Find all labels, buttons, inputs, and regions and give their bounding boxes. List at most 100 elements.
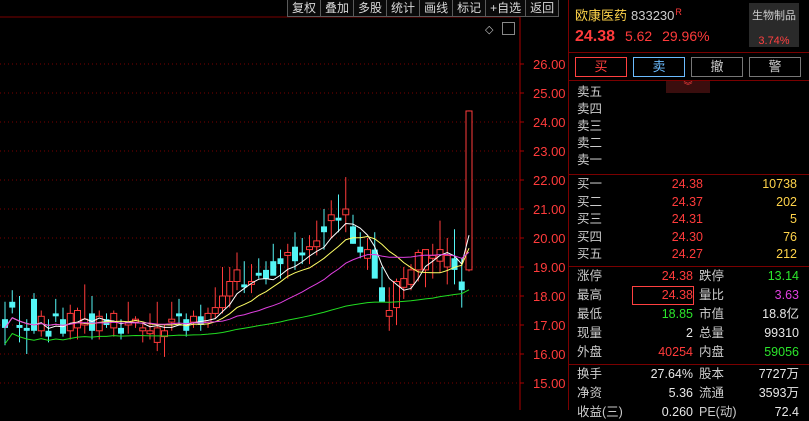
- candle-body: [146, 330, 154, 335]
- candle-body: [176, 313, 182, 317]
- stat-value: 99310: [764, 326, 799, 340]
- candle-body: [379, 287, 385, 302]
- ask-label: 卖五: [577, 85, 603, 99]
- cancel-order-button[interactable]: 撤: [691, 57, 743, 77]
- kline-chart[interactable]: 26.00 25.00 24.00 23.00 22.00 21.00 20.00 19.00…: [0, 0, 568, 410]
- divider: [569, 80, 809, 81]
- stat-label: 内盘: [699, 345, 725, 359]
- toolbar-overlay-button[interactable]: 叠加: [320, 0, 355, 17]
- stat-label: 量比: [699, 288, 725, 302]
- y-tick-label: 16.00: [533, 347, 566, 362]
- price-change: 5.62: [624, 28, 653, 44]
- ask-label: 卖一: [577, 153, 603, 167]
- bid-row[interactable]: 买二 24.37 202: [569, 194, 805, 211]
- stat-value: 13.14: [767, 269, 799, 283]
- diamond-icon[interactable]: ◇: [485, 23, 493, 36]
- ask-label: 卖二: [577, 136, 603, 150]
- ask-label: 卖四: [577, 102, 603, 116]
- sector-badge[interactable]: 生物制品 3.74%: [749, 3, 799, 47]
- candle-body: [263, 269, 269, 279]
- y-tick-label: 22.00: [533, 173, 566, 188]
- stat-value: 72.4: [774, 405, 799, 419]
- trade-buttons: 买 卖 撤 警: [575, 57, 801, 77]
- divider: [569, 174, 809, 175]
- toolbar-fuquan-button[interactable]: 复权: [287, 0, 322, 17]
- stat-value: 2: [686, 326, 693, 340]
- toolbar-add-watchlist-button[interactable]: +自选: [485, 0, 527, 17]
- stat-label: 总量: [699, 326, 725, 340]
- candle-body: [74, 310, 81, 329]
- stat-value: 18.85: [661, 307, 693, 321]
- bid-price: 24.30: [671, 229, 703, 244]
- stat-label: PE(动): [699, 405, 737, 419]
- bid-row[interactable]: 买三 24.31 5: [569, 211, 805, 228]
- stat-label: 最高: [577, 288, 603, 302]
- alert-button[interactable]: 警: [749, 57, 801, 77]
- stat-label: 流通: [699, 386, 725, 400]
- quote-panel: 欧康医药 833230R 生物制品 3.74% 24.38 5.62 29.96%…: [568, 0, 809, 419]
- candle-body: [45, 330, 52, 337]
- toolbar-stats-button[interactable]: 统计: [386, 0, 421, 17]
- stat-row: 现量 2 总量 99310: [569, 325, 805, 342]
- stat-value: 18.8亿: [762, 307, 799, 321]
- bid-price: 24.38: [671, 177, 703, 191]
- ask-row[interactable]: 卖五: [569, 84, 805, 101]
- y-tick-label: 24.00: [533, 115, 566, 130]
- candle-body: [321, 226, 327, 233]
- toolbar-draw-button[interactable]: 画线: [419, 0, 454, 17]
- candle-body: [66, 312, 74, 332]
- stat-label: 市值: [699, 307, 725, 321]
- candle-body: [233, 269, 241, 282]
- candle-body: [299, 252, 306, 256]
- chart-toolbar: 复权 叠加 多股 统计 画线 标记 +自选 返回: [287, 0, 560, 17]
- ask-row[interactable]: 卖二: [569, 135, 805, 152]
- stat-label: 股本: [699, 367, 725, 381]
- bid-label: 买四: [577, 229, 603, 244]
- bid-row[interactable]: 买五 24.27 212: [569, 246, 805, 263]
- bid-price: 24.27: [671, 247, 703, 262]
- bid-label: 买一: [577, 177, 603, 191]
- stat-value: 3.63: [774, 288, 799, 302]
- y-tick-label: 25.00: [533, 86, 566, 101]
- ask-row[interactable]: 卖三: [569, 118, 805, 135]
- candle-body: [277, 258, 284, 265]
- y-tick-label: 18.00: [533, 289, 566, 304]
- candle-body: [219, 295, 226, 309]
- stat-row: 外盘 40254 内盘 59056: [569, 344, 805, 361]
- candle-body: [211, 307, 219, 314]
- stock-name: 欧康医药: [575, 8, 628, 23]
- y-tick-label: 21.00: [533, 202, 566, 217]
- candle-body: [270, 261, 277, 276]
- sell-button[interactable]: 卖: [633, 57, 685, 77]
- stat-value: 24.38: [661, 269, 693, 283]
- ask-row[interactable]: 卖一: [569, 152, 805, 169]
- stat-row: 涨停 24.38 跌停 13.14: [569, 268, 805, 285]
- candle-body: [168, 318, 176, 323]
- stat-label: 跌停: [699, 269, 725, 283]
- toolbar-mark-button[interactable]: 标记: [452, 0, 487, 17]
- bid-row[interactable]: 买四 24.30 76: [569, 229, 805, 246]
- bid-volume: 76: [783, 229, 797, 244]
- candle-body: [118, 327, 124, 334]
- candle-body: [385, 310, 393, 317]
- buy-button[interactable]: 买: [575, 57, 627, 77]
- bid-row[interactable]: 买一 24.38 10738: [569, 176, 805, 193]
- candle-body: [23, 327, 30, 331]
- stat-value: 7727万: [758, 367, 799, 381]
- bid-volume: 212: [776, 247, 797, 262]
- bid-label: 买二: [577, 194, 603, 209]
- stat-value: 24.38: [632, 286, 694, 305]
- ask-row[interactable]: 卖四: [569, 101, 805, 118]
- toolbar-multi-stock-button[interactable]: 多股: [353, 0, 388, 17]
- stat-label: 外盘: [577, 345, 603, 359]
- square-icon[interactable]: [502, 22, 515, 35]
- market-mark: R: [675, 6, 682, 17]
- stat-label: 净资: [577, 386, 603, 400]
- y-tick-label: 23.00: [533, 144, 566, 159]
- candle-body: [139, 327, 147, 332]
- y-tick-label: 20.00: [533, 231, 566, 246]
- divider: [569, 52, 809, 53]
- divider: [569, 266, 809, 267]
- candle-body: [313, 240, 321, 248]
- toolbar-back-button[interactable]: 返回: [525, 0, 560, 17]
